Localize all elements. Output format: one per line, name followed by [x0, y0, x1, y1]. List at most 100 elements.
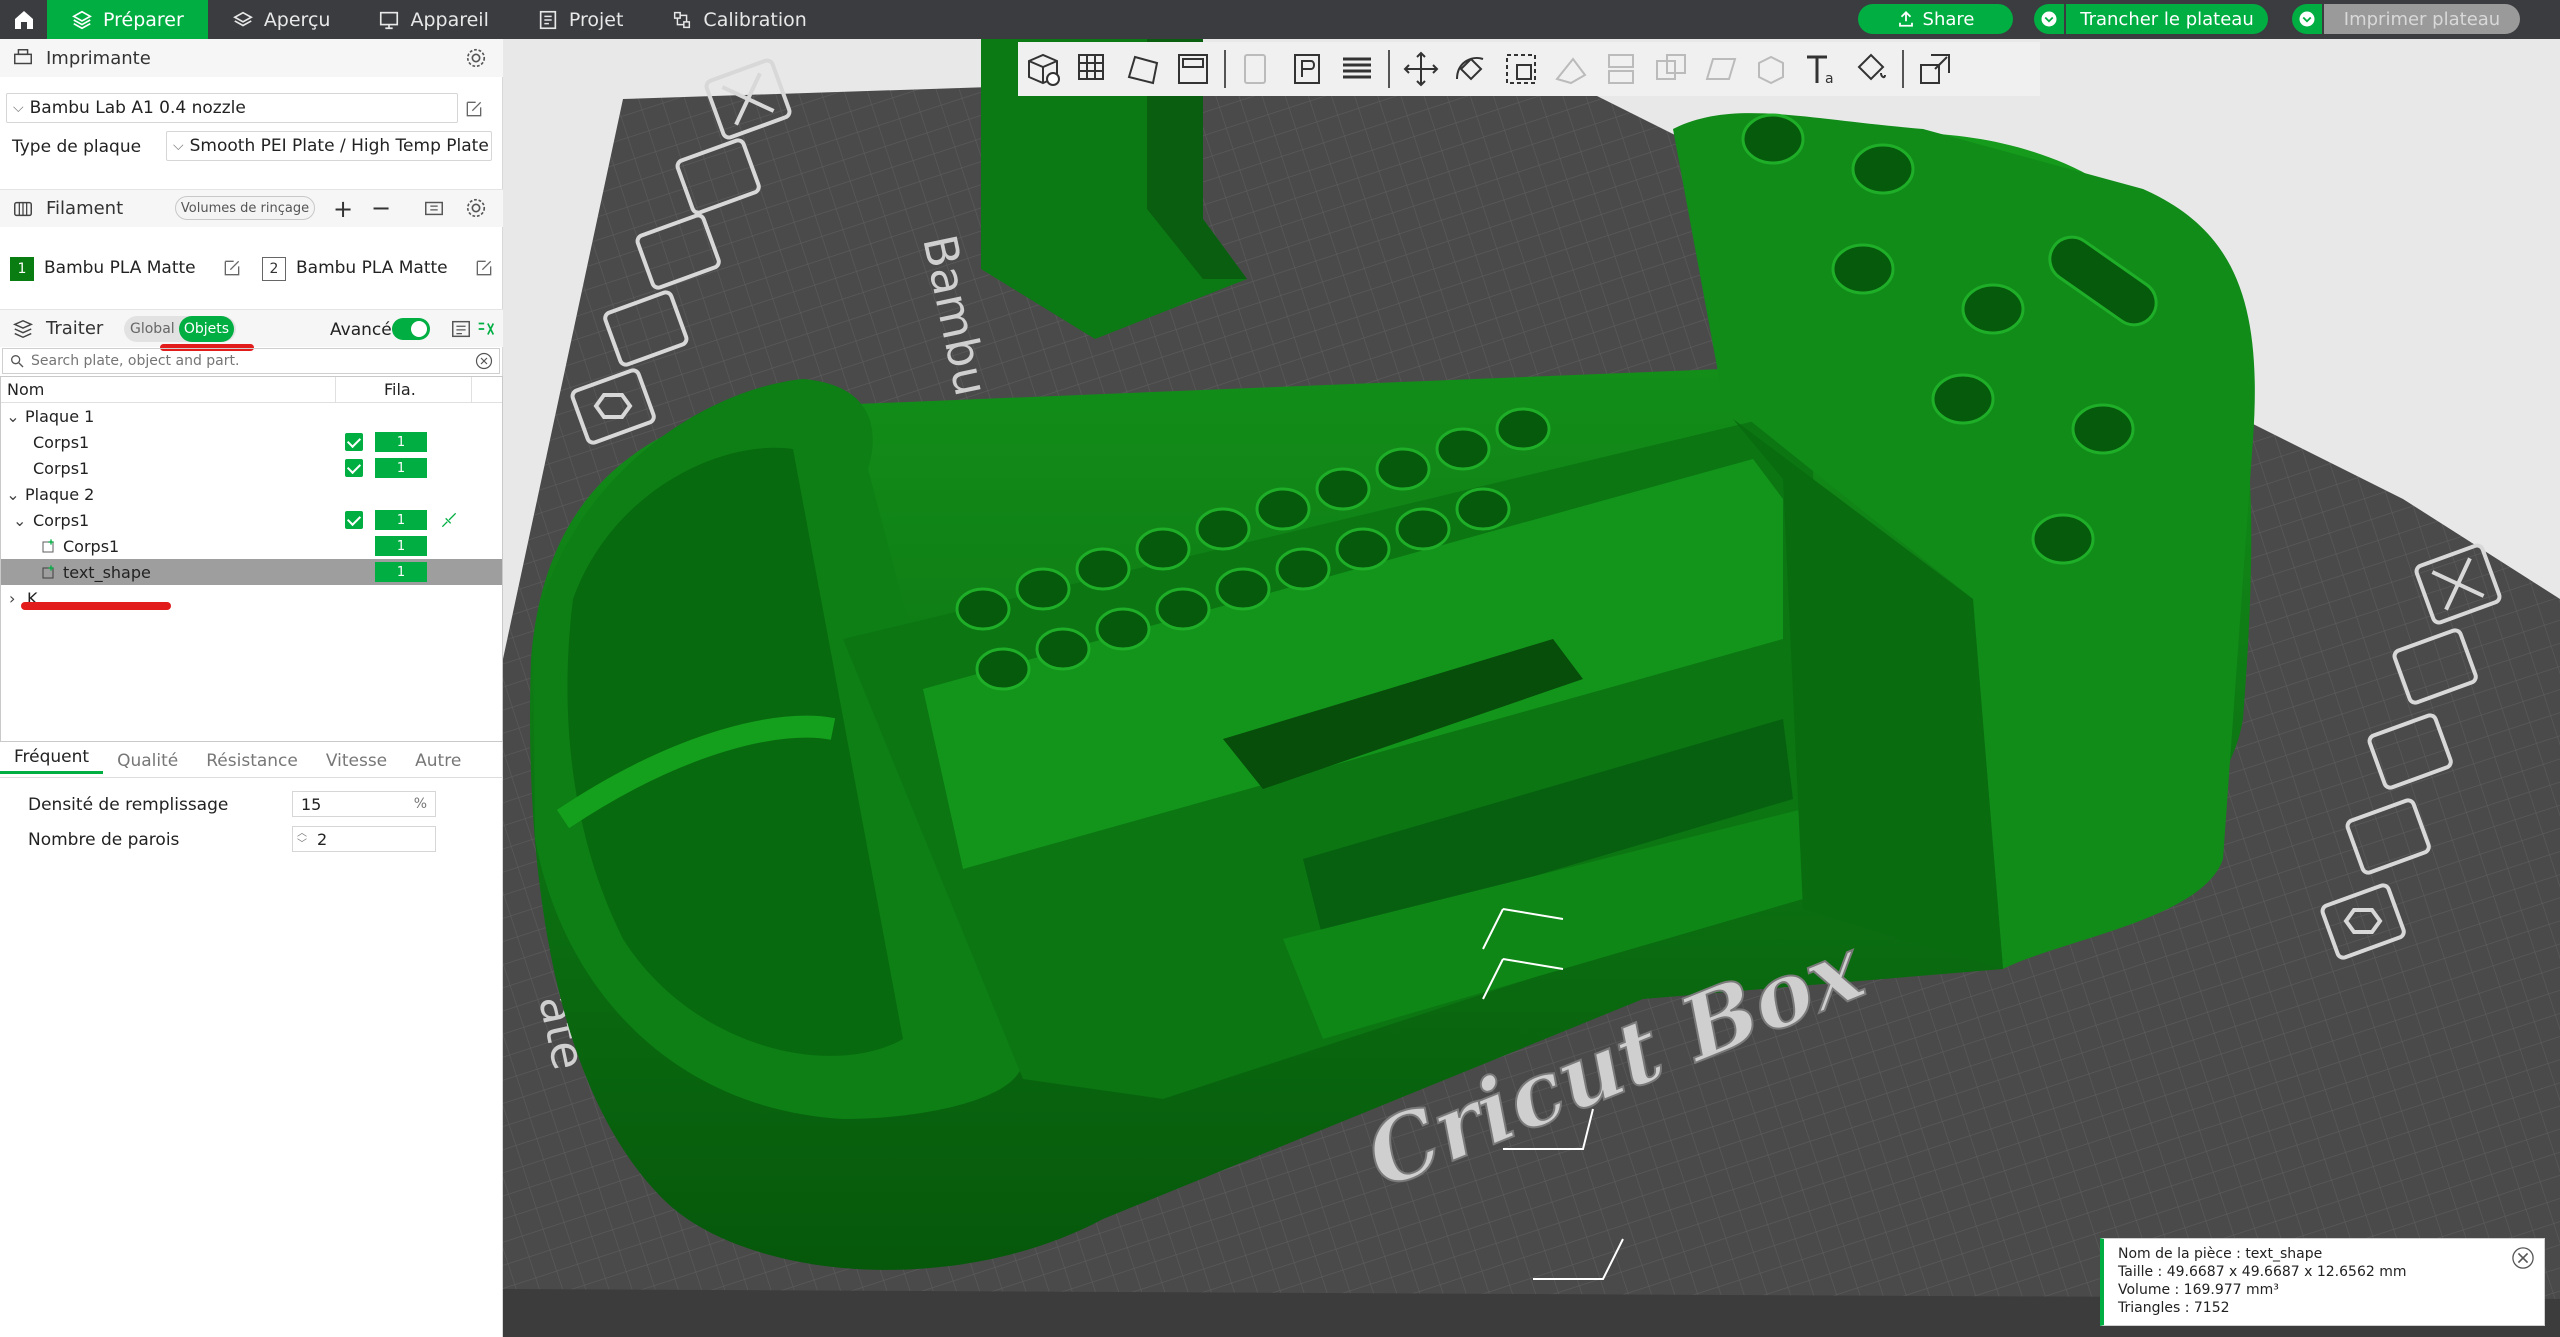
tab-project[interactable]: Projet [513, 0, 648, 39]
arrange-button[interactable] [1168, 42, 1218, 96]
tree-row-object[interactable]: Corps1 1 [1, 429, 502, 455]
tree-row-object[interactable]: Corps1 1 [1, 455, 502, 481]
auto-orient-button[interactable] [1118, 42, 1168, 96]
add-plate-button[interactable] [1068, 42, 1118, 96]
tree-row-part-selected[interactable]: text_shape 1 [1, 559, 502, 585]
add-filament-icon[interactable]: + [333, 195, 353, 223]
flush-volumes-button[interactable]: Volumes de rinçage [175, 196, 315, 220]
tab-device[interactable]: Appareil [354, 0, 512, 39]
support-paint-icon [1705, 58, 1737, 80]
settings-tabs: Fréquent Qualité Résistance Vitesse Autr… [0, 744, 503, 778]
list-icon[interactable] [450, 318, 472, 340]
tab-preview[interactable]: Aperçu [208, 0, 355, 39]
chevron-down-icon [2041, 11, 2057, 27]
tree-row-part[interactable]: Corps1 1 [1, 533, 502, 559]
cut-button[interactable] [1596, 42, 1646, 96]
slice-plate-button[interactable]: Trancher le plateau [2066, 4, 2268, 34]
infill-unit: % [413, 796, 427, 812]
prepare-icon [72, 10, 92, 29]
tree-row-object[interactable]: ⌄ Corps1 1 [1, 507, 502, 533]
paint-bucket-icon [1857, 53, 1886, 81]
print-dropdown[interactable] [2292, 4, 2322, 34]
filament-badge[interactable]: 1 [375, 458, 427, 478]
edit-icon[interactable] [222, 258, 242, 278]
wall-count-stepper[interactable]: ︿ ﹀ 2 [292, 826, 436, 852]
print-plate-button[interactable]: Imprimer plateau [2324, 4, 2520, 34]
tab-other[interactable]: Autre [401, 751, 475, 771]
support-paint-button[interactable] [1696, 42, 1746, 96]
paint-brush-icon[interactable] [439, 510, 459, 530]
infill-density-label: Densité de remplissage [28, 795, 229, 815]
visibility-checkbox[interactable] [345, 433, 363, 451]
expand-chevron-icon[interactable]: ⌄ [1, 485, 25, 504]
global-option[interactable]: Global [124, 321, 179, 337]
seam-paint-button[interactable] [1746, 42, 1796, 96]
sync-filament-icon[interactable] [423, 197, 445, 219]
search-input[interactable] [31, 353, 475, 369]
tree-row-plate-1[interactable]: ⌄ Plaque 1 [1, 403, 502, 429]
scale-button[interactable] [1496, 42, 1546, 96]
objects-option[interactable]: Objets [179, 316, 234, 342]
expand-chevron-icon[interactable]: ⌄ [1, 511, 26, 530]
tab-frequent[interactable]: Fréquent [0, 747, 104, 774]
tab-prepare[interactable]: Préparer [47, 0, 208, 39]
object-search[interactable] [2, 348, 500, 374]
edit-icon[interactable] [464, 99, 484, 119]
top-bar: Préparer Aperçu Appareil Projet Calibrat… [0, 0, 2560, 39]
part-info-size: Taille : 49.6687 x 49.6687 x 12.6562 mm [2118, 1264, 2407, 1280]
infill-density-input[interactable]: 15 % [292, 791, 436, 817]
add-object-button[interactable] [1018, 42, 1068, 96]
compare-icon[interactable] [475, 318, 497, 340]
filament-badge[interactable]: 1 [375, 510, 427, 530]
stepper-arrows-icon[interactable]: ︿ ﹀ [297, 828, 307, 850]
rotate-button[interactable] [1446, 42, 1496, 96]
move-icon [1403, 51, 1439, 87]
printer-select[interactable]: ⌵ Bambu Lab A1 0.4 nozzle [6, 93, 458, 123]
advanced-switch[interactable] [392, 318, 430, 340]
split-objects-button[interactable] [1232, 42, 1282, 96]
tab-calibration[interactable]: Calibration [647, 0, 830, 39]
global-objects-toggle[interactable]: Global Objets [124, 316, 236, 342]
lay-on-face-button[interactable] [1546, 42, 1596, 96]
move-button[interactable] [1396, 42, 1446, 96]
visibility-checkbox[interactable] [345, 459, 363, 477]
edit-icon[interactable] [474, 258, 494, 278]
layers-button[interactable] [1332, 42, 1382, 96]
visibility-checkbox[interactable] [345, 511, 363, 529]
part-info-name: Nom de la pièce : text_shape [2118, 1246, 2323, 1262]
tab-device-label: Appareil [410, 8, 489, 31]
close-icon[interactable] [2512, 1247, 2534, 1269]
plate-type-select[interactable]: ⌵ Smooth PEI Plate / High Temp Plate [166, 131, 492, 161]
remove-filament-icon[interactable]: − [371, 194, 391, 222]
filament-badge[interactable]: 1 [375, 536, 427, 556]
gear-icon[interactable] [465, 197, 487, 219]
filament-badge[interactable]: 1 [375, 562, 427, 582]
share-button[interactable]: Share [1858, 4, 2013, 34]
tab-quality[interactable]: Qualité [103, 751, 192, 771]
tree-row-plate-2[interactable]: ⌄ Plaque 2 [1, 481, 502, 507]
split-parts-button[interactable] [1282, 42, 1332, 96]
expand-chevron-icon[interactable]: ⌄ [1, 407, 25, 426]
home-button[interactable] [0, 0, 47, 39]
lay-on-face-icon [1555, 57, 1587, 85]
tab-strength[interactable]: Résistance [192, 751, 312, 771]
3d-scene[interactable]: Bambu Smooth P ate [503, 39, 2560, 1337]
text-tool-button[interactable]: a [1796, 42, 1846, 96]
filament-slot-2-select[interactable]: Bambu PLA Matte [290, 253, 466, 283]
filament-slot-1-select[interactable]: Bambu PLA Matte [38, 253, 214, 283]
slice-dropdown[interactable] [2034, 4, 2064, 34]
chevron-down-icon [2299, 11, 2315, 27]
3d-viewport[interactable]: Bambu Smooth P ate [503, 39, 2560, 1337]
clear-search-icon[interactable] [475, 352, 493, 370]
tab-speed[interactable]: Vitesse [312, 751, 401, 771]
object-list-header: Nom Fila. [1, 377, 502, 403]
tree-row-label: Corps1 [33, 432, 90, 452]
assembly-view-button[interactable] [1910, 42, 1960, 96]
boolean-button[interactable] [1646, 42, 1696, 96]
gear-icon[interactable] [465, 47, 487, 69]
auto-orient-icon [1127, 55, 1159, 85]
expand-chevron-icon[interactable]: › [1, 589, 21, 608]
color-paint-button[interactable] [1846, 42, 1896, 96]
tab-preview-label: Aperçu [263, 8, 331, 31]
filament-badge[interactable]: 1 [375, 432, 427, 452]
